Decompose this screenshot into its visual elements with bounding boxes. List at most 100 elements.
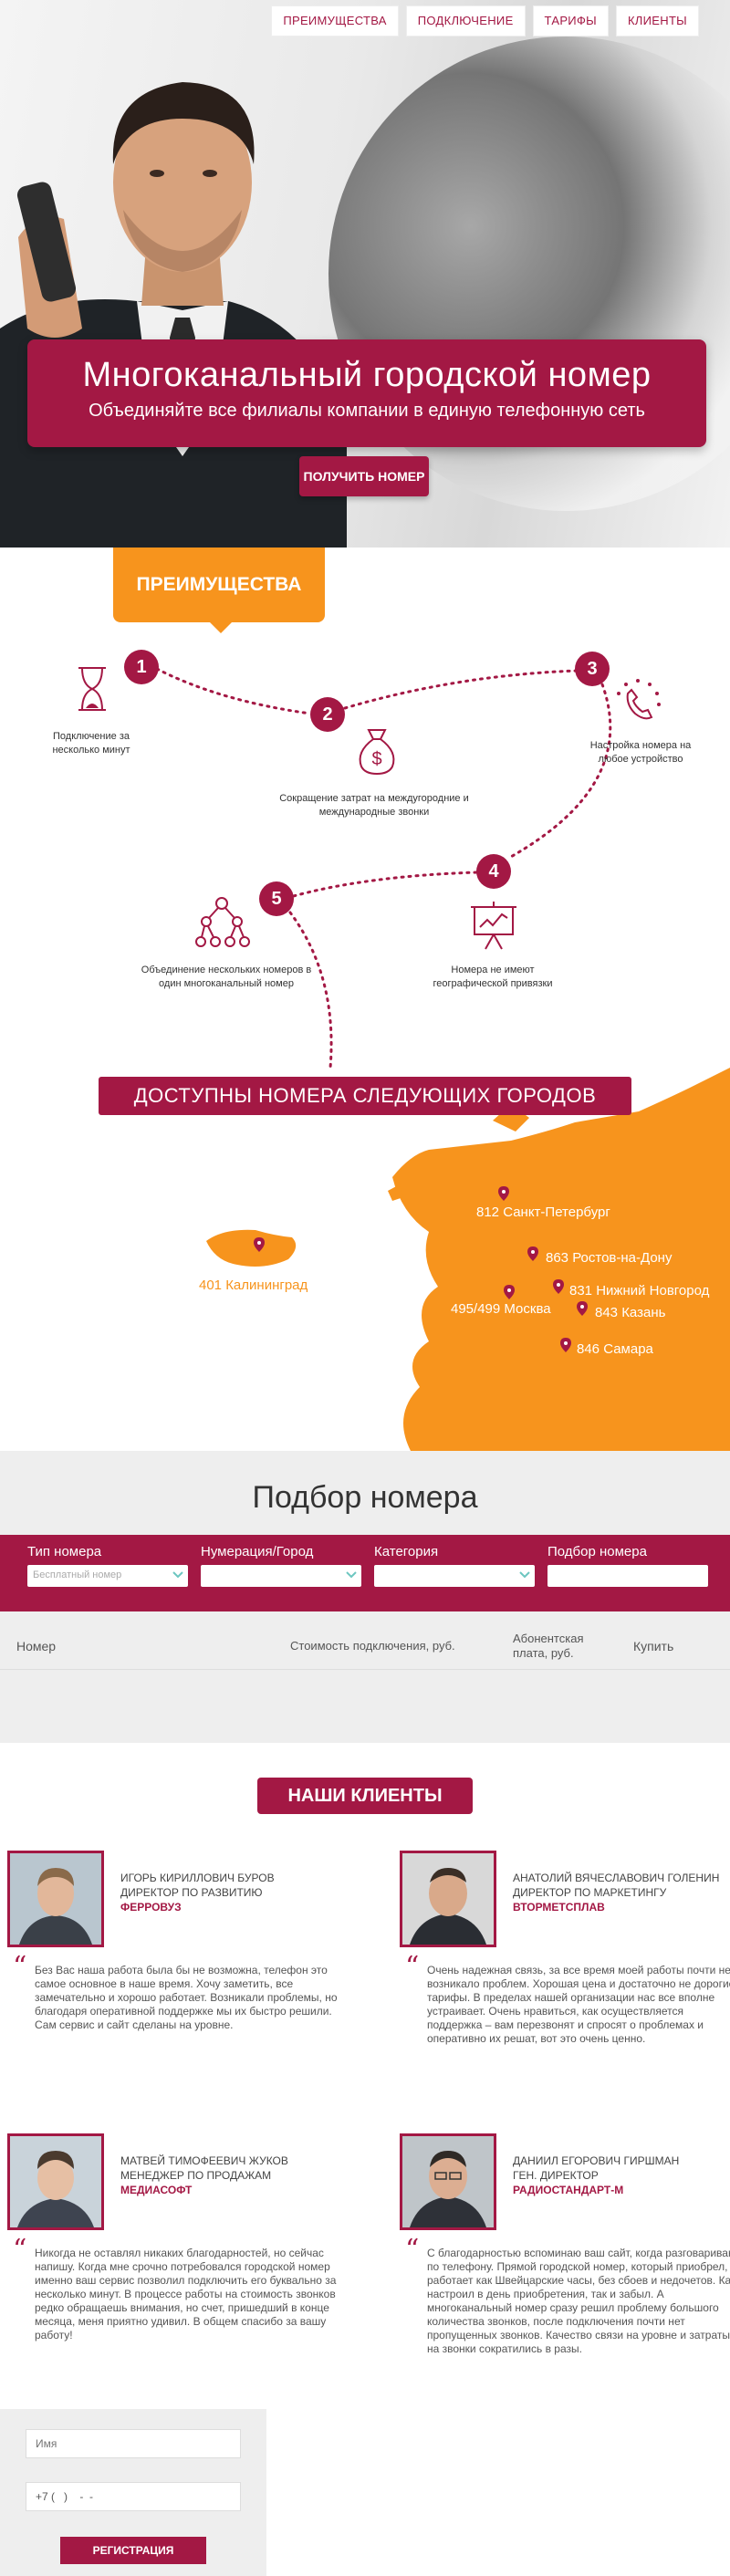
advantage-text-1: Подключение за несколько минут	[52, 731, 130, 756]
column-connection-cost: Стоимость подключения, руб.	[290, 1638, 455, 1653]
phone-ring-icon	[617, 679, 661, 720]
hero-title: Многоканальный городской номер	[82, 356, 652, 394]
quote-text: Никогда не оставлял никаких благодарност…	[35, 2247, 337, 2341]
filter-label: Категория	[374, 1544, 439, 1559]
phone-input[interactable]	[26, 2482, 241, 2511]
nav-advantages[interactable]: ПРЕИМУЩЕСТВА	[271, 5, 399, 37]
city-select[interactable]	[201, 1565, 361, 1587]
hero-banner: Многоканальный городской номер Объединяй…	[27, 339, 706, 447]
avatar	[7, 1851, 104, 1947]
name-input[interactable]	[26, 2429, 241, 2458]
number-picker-section: Подбор номера Тип номера Бесплатный номе…	[0, 1451, 730, 1743]
advantage-number-5: 5	[259, 881, 294, 916]
hero-section: Многоканальный городской номер Объединяй…	[0, 0, 730, 548]
hero-subtitle: Объединяйте все филиалы компании в едину…	[89, 401, 645, 421]
filter-number-search: Подбор номера	[548, 1544, 708, 1611]
advantage-number-2: 2	[310, 697, 345, 732]
client-company: РАДИОСТАНДАРТ-М	[513, 2184, 624, 2196]
quote-text: Без Вас наша работа была бы не возможна,…	[35, 1964, 338, 2031]
cities-heading: ДОСТУПНЫ НОМЕРА СЛЕДУЮЩИХ ГОРОДОВ	[99, 1077, 631, 1115]
select-value: Бесплатный номер	[33, 1570, 122, 1580]
filter-label: Нумерация/Город	[201, 1544, 314, 1559]
presentation-icon	[471, 902, 516, 950]
category-select[interactable]	[374, 1565, 535, 1587]
client-company: МЕДИАСОФТ	[120, 2184, 193, 2196]
advantage-text-5: Объединение нескольких номеров в один мн…	[141, 965, 312, 989]
chevron-down-icon	[346, 1571, 357, 1579]
filter-city: Нумерация/Город	[201, 1544, 361, 1611]
city-nizhny-novgorod: 831 Нижний Новгород	[569, 1283, 710, 1298]
money-bag-icon: $	[359, 729, 395, 776]
city-rostov: 863 Ростов-на-Дону	[546, 1250, 673, 1266]
client-name: МАТВЕЙ ТИМОФЕЕВИЧ ЖУКОВ	[120, 2154, 288, 2167]
quote-text: С благодарностью вспоминаю ваш сайт, ког…	[427, 2247, 730, 2355]
client-info: МАТВЕЙ ТИМОФЕЕВИЧ ЖУКОВ МЕНЕДЖЕР ПО ПРОД…	[120, 2154, 349, 2197]
nav-clients[interactable]: КЛИЕНТЫ	[615, 5, 699, 37]
advantage-text-2: Сокращение затрат на междугородние и меж…	[279, 793, 469, 818]
client-name: АНАТОЛИЙ ВЯЧЕСЛАВОВИЧ ГОЛЕНИН	[513, 1872, 720, 1884]
quote-mark-icon: “	[405, 1951, 420, 1983]
map-pin-icon	[577, 1301, 588, 1316]
client-company: ФЕРРОВУЗ	[120, 1901, 182, 1914]
filter-number-type: Тип номера Бесплатный номер	[27, 1544, 188, 1611]
picker-filters: Тип номера Бесплатный номер Нумерация/Го…	[0, 1535, 730, 1611]
column-buy: Купить	[633, 1638, 674, 1653]
advantage-text-4: Номера не имеют географической привязки	[433, 965, 553, 989]
avatar	[400, 1851, 496, 1947]
client-role: ДИРЕКТОР ПО РАЗВИТИЮ	[120, 1886, 263, 1899]
client-info: ИГОРЬ КИРИЛЛОВИЧ БУРОВ ДИРЕКТОР ПО РАЗВИ…	[120, 1871, 349, 1914]
column-number: Номер	[16, 1638, 57, 1653]
hero-businessman-photo	[0, 82, 347, 548]
client-quote: “ С благодарностью вспоминаю ваш сайт, к…	[400, 2237, 730, 2356]
client-info: ДАНИИЛ ЕГОРОВИЧ ГИРШМАН ГЕН. ДИРЕКТОР РА…	[513, 2154, 730, 2197]
quote-mark-icon: “	[13, 2234, 27, 2266]
quote-mark-icon: “	[13, 1951, 27, 1983]
advantage-text-3: Настройка номера на любое устройство	[589, 740, 692, 765]
nav-tariffs[interactable]: ТАРИФЫ	[532, 5, 609, 37]
client-role: МЕНЕДЖЕР ПО ПРОДАЖАМ	[120, 2169, 272, 2182]
client-info: АНАТОЛИЙ ВЯЧЕСЛАВОВИЧ ГОЛЕНИН ДИРЕКТОР П…	[513, 1871, 730, 1914]
advantage-number-1: 1	[124, 650, 159, 684]
map-pin-icon	[504, 1285, 515, 1299]
city-samara: 846 Самара	[577, 1341, 653, 1357]
client-quote: “ Никогда не оставлял никаких благодарно…	[7, 2237, 345, 2342]
client-quote: “ Без Вас наша работа была бы не возможн…	[7, 1954, 345, 2032]
city-kaliningrad: 401 Калининград	[199, 1278, 308, 1293]
city-kazan: 843 Казань	[595, 1305, 666, 1320]
chevron-down-icon	[172, 1571, 183, 1579]
avatar	[400, 2133, 496, 2230]
avatar	[7, 2133, 104, 2230]
top-navigation: ПРЕИМУЩЕСТВА ПОДКЛЮЧЕНИЕ ТАРИФЫ КЛИЕНТЫ	[0, 0, 730, 37]
advantage-number-3: 3	[575, 652, 610, 686]
get-number-button[interactable]: ПОЛУЧИТЬ НОМЕР	[299, 456, 429, 496]
number-search-input[interactable]	[548, 1565, 708, 1587]
map-pin-icon	[560, 1338, 571, 1352]
city-moscow: 495/499 Москва	[451, 1301, 551, 1317]
column-monthly-fee: Абонентская плата, руб.	[513, 1631, 584, 1660]
filter-label: Тип номера	[27, 1544, 102, 1559]
client-role: ДИРЕКТОР ПО МАРКЕТИНГУ	[513, 1886, 667, 1899]
advantages-section: ПРЕИМУЩЕСТВА 1 2 3 4 5 Подключение за не…	[0, 548, 730, 1068]
map-pin-icon	[498, 1186, 509, 1201]
client-quote: “ Очень надежная связь, за все время мое…	[400, 1954, 730, 2046]
nav-connection[interactable]: ПОДКЛЮЧЕНИЕ	[405, 5, 526, 37]
map-pin-icon	[527, 1246, 538, 1261]
cities-section: ДОСТУПНЫ НОМЕРА СЛЕДУЮЩИХ ГОРОДОВ 812 Са…	[0, 1068, 730, 1451]
chevron-down-icon	[519, 1571, 530, 1579]
map-pin-icon	[254, 1237, 265, 1252]
number-type-select[interactable]: Бесплатный номер	[27, 1565, 188, 1587]
hourglass-icon	[78, 667, 106, 711]
clients-title: НАШИ КЛИЕНТЫ	[257, 1778, 473, 1814]
picker-title: Подбор номера	[252, 1480, 478, 1515]
client-role: ГЕН. ДИРЕКТОР	[513, 2169, 599, 2182]
quote-mark-icon: “	[405, 2234, 420, 2266]
map-pin-icon	[553, 1279, 564, 1294]
filter-category: Категория	[374, 1544, 535, 1611]
client-name: ИГОРЬ КИРИЛЛОВИЧ БУРОВ	[120, 1872, 275, 1884]
filter-label: Подбор номера	[548, 1544, 647, 1559]
registration-form: РЕГИСТРАЦИЯ	[0, 2409, 266, 2576]
registration-form-section: РЕГИСТРАЦИЯ	[0, 2409, 730, 2576]
advantage-number-4: 4	[476, 854, 511, 889]
client-company: ВТОРМЕТСПЛАВ	[513, 1901, 605, 1914]
register-button[interactable]: РЕГИСТРАЦИЯ	[60, 2537, 206, 2564]
